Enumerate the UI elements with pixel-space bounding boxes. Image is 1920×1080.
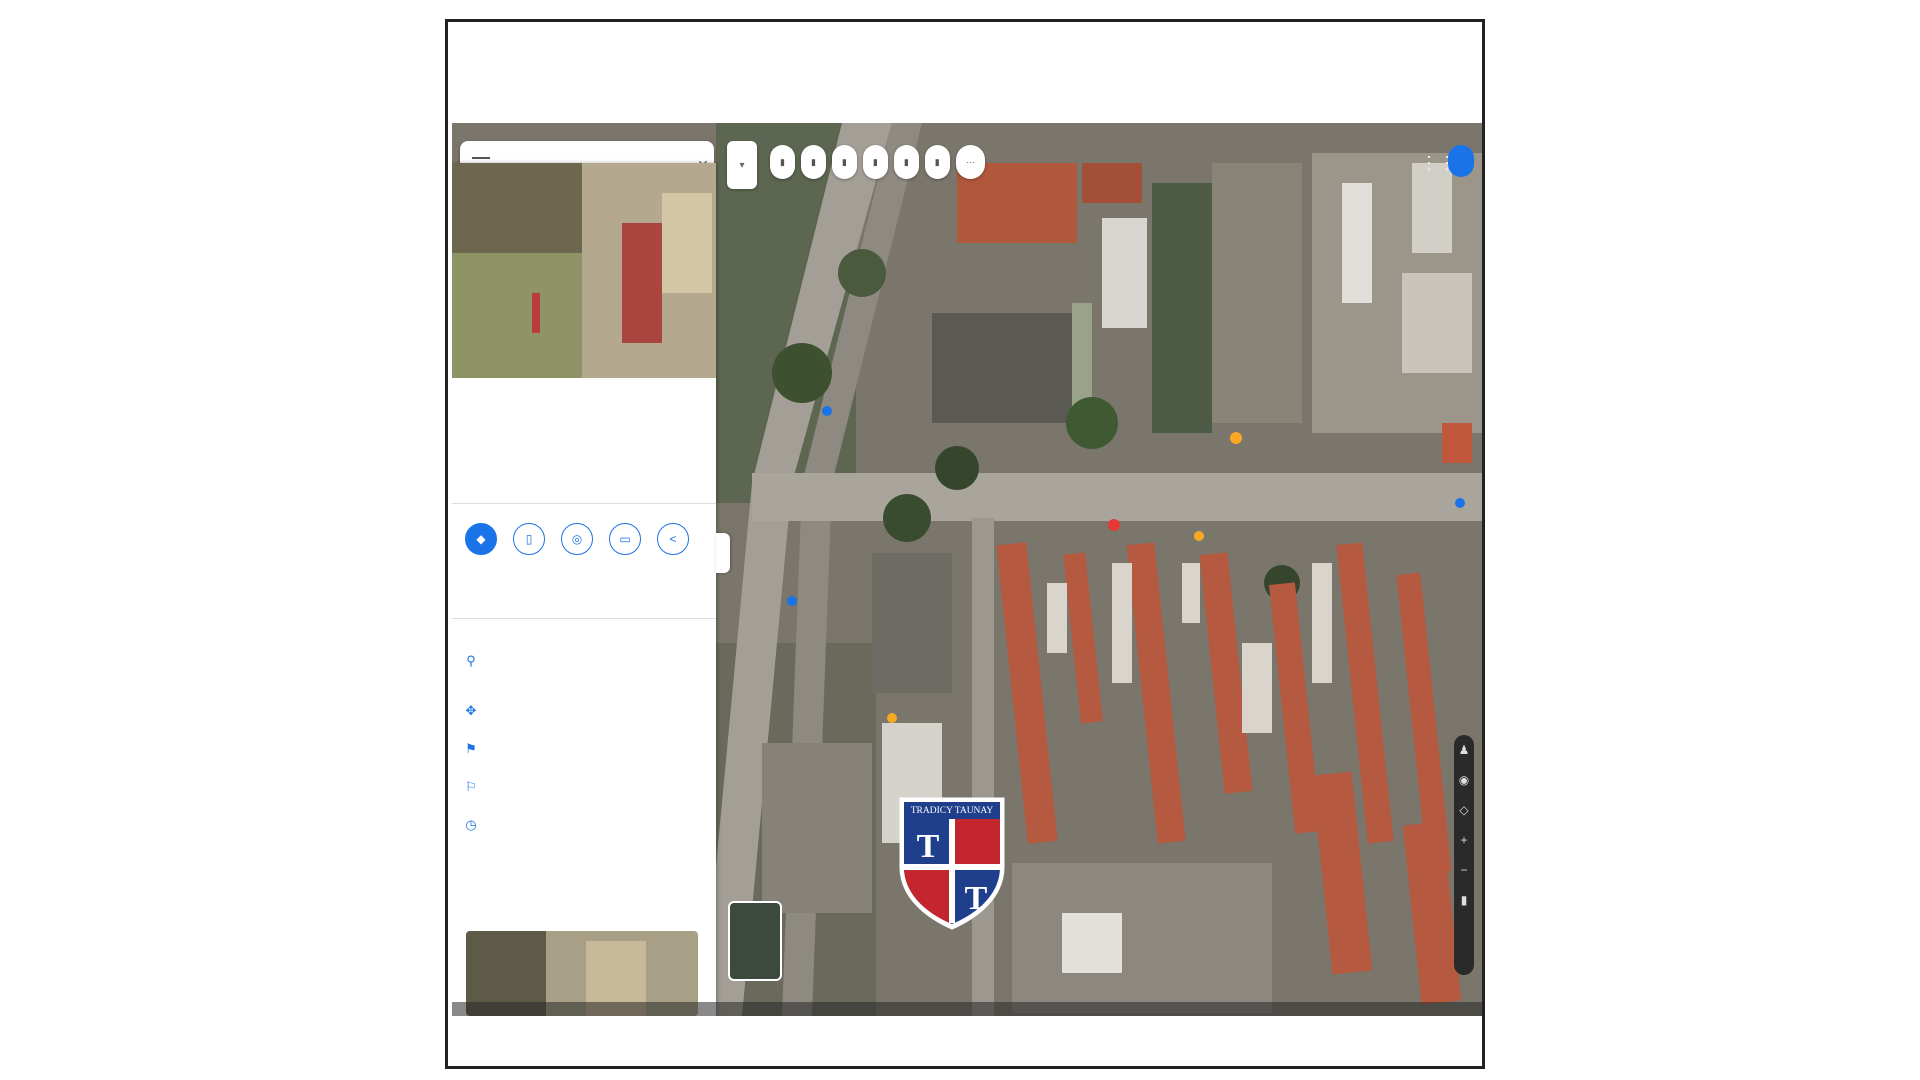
crest-text: TRADICY TAUNAY: [911, 806, 994, 816]
street-view-icon[interactable]: ▮: [1454, 885, 1474, 915]
category-chips: ▮ ▮ ▮ ▮ ▮ ▮ ⋯: [770, 145, 985, 179]
pharmacy-icon: ▮: [934, 156, 940, 167]
zoom-out-icon[interactable]: −: [1454, 855, 1474, 885]
plus-code-row[interactable]: ✥: [464, 703, 704, 719]
chip-hotels[interactable]: ▮: [800, 145, 826, 179]
nearby-action-button[interactable]: ◎: [560, 523, 594, 561]
directions-action-button[interactable]: ◆: [464, 523, 498, 561]
chip-more[interactable]: ⋯: [955, 145, 985, 179]
restaurant-icon: ▮: [780, 156, 785, 167]
layers-toggle[interactable]: [728, 901, 782, 981]
location-pin-icon: ⚲: [466, 653, 476, 668]
tradicy-taunay-crest-logo: TRADICY TAUNAY T T: [899, 797, 1005, 930]
send-to-phone-icon: ▭: [609, 523, 641, 555]
share-action-button[interactable]: <: [656, 523, 690, 561]
attractions-icon: ▮: [841, 156, 847, 167]
directions-icon: ◆: [465, 523, 497, 555]
crest-letter-right: T: [965, 880, 988, 917]
nearby-icon: ◎: [561, 523, 593, 555]
pegman-icon[interactable]: ♟: [1454, 735, 1474, 765]
add-label-row[interactable]: ⚐: [464, 779, 704, 795]
more-icon: ⋯: [965, 156, 975, 167]
chip-attractions[interactable]: ▮: [831, 145, 857, 179]
chevron-down-icon: ▾: [739, 159, 745, 171]
send-to-phone-action-button[interactable]: ▭: [608, 523, 642, 561]
directions-button[interactable]: ▾: [727, 141, 757, 189]
action-buttons: ◆ ▯ ◎ ▭ <: [464, 523, 690, 561]
chip-restaurants[interactable]: ▮: [770, 145, 795, 179]
save-icon: ▯: [513, 523, 545, 555]
crest-letter-left: T: [917, 828, 940, 865]
place-details-panel: ◆ ▯ ◎ ▭ < ⚲ ✥ ⚑ ⚐ ◷: [452, 163, 716, 1016]
compass-icon[interactable]: ◉: [1454, 765, 1474, 795]
transit-icon: ▮: [872, 156, 878, 167]
add-label-icon: ⚐: [465, 779, 477, 794]
chip-parking[interactable]: ▮: [893, 145, 919, 179]
history-icon: ◷: [465, 817, 477, 832]
chip-pharmacies[interactable]: ▮: [924, 145, 950, 179]
place-photo[interactable]: [452, 163, 716, 378]
save-action-button[interactable]: ▯: [512, 523, 546, 561]
parking-icon: ▮: [903, 156, 909, 167]
add-business-row[interactable]: ⚑: [464, 741, 704, 757]
share-icon: <: [657, 523, 689, 555]
tilt-icon[interactable]: ◇: [1454, 795, 1474, 825]
history-row[interactable]: ◷: [464, 817, 704, 833]
plus-code-icon: ✥: [465, 703, 477, 718]
chip-transit[interactable]: ▮: [862, 145, 888, 179]
add-business-icon: ⚑: [465, 741, 477, 756]
collapse-panel-button[interactable]: [716, 533, 730, 573]
map-controls: ♟ ◉ ◇ + − ▮: [1454, 735, 1474, 975]
zoom-in-icon[interactable]: +: [1454, 825, 1474, 855]
hotel-icon: ▮: [810, 156, 816, 167]
address-row[interactable]: ⚲: [464, 653, 704, 669]
divider: [452, 618, 716, 619]
divider: [452, 503, 716, 504]
map-attribution-bar: [452, 1002, 1482, 1016]
account-avatar[interactable]: [1448, 145, 1474, 177]
